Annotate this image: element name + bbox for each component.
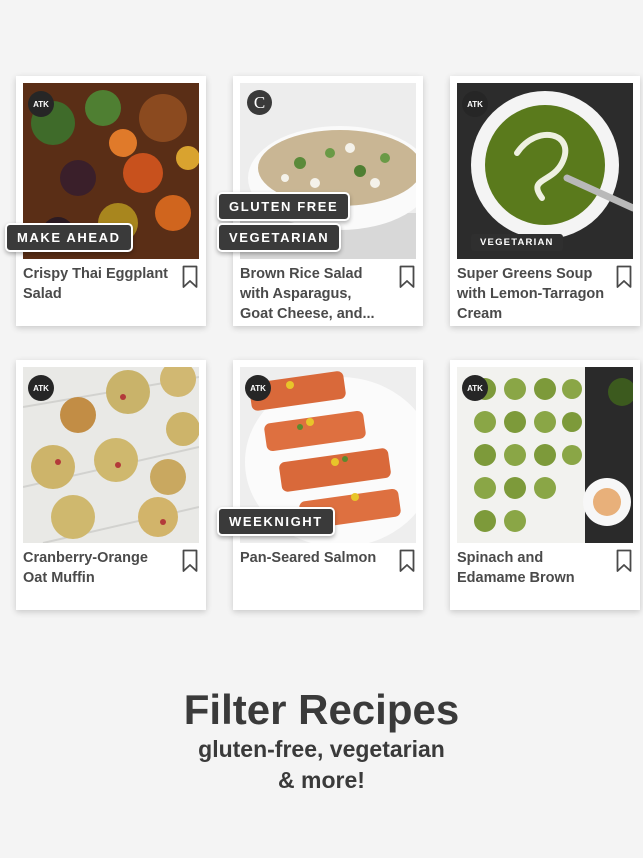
bookmark-icon[interactable] [182, 265, 198, 289]
recipe-card-pan-seared-salmon[interactable]: ATK Pan-Seared Salmon [233, 360, 423, 610]
atk-badge: ATK [245, 375, 271, 401]
vegetarian-photo-tag: VEGETARIAN [471, 234, 563, 251]
recipe-card-thai-eggplant[interactable]: ATK Crispy Thai Eggplant Salad [16, 76, 206, 326]
recipe-title[interactable]: Spinach and Edamame Brown [457, 548, 605, 588]
recipe-title[interactable]: Crispy Thai Eggplant Salad [23, 264, 171, 304]
recipe-card-cranberry-muffin[interactable]: ATK Cranberry-Orange Oat Muffin [16, 360, 206, 610]
promo-subline: gluten-free, vegetarian [198, 736, 445, 762]
bookmark-icon[interactable] [616, 265, 632, 289]
tag-make-ahead[interactable]: MAKE AHEAD [5, 223, 133, 252]
promo-headline: Filter Recipes [183, 686, 460, 733]
recipe-photo: ATK VEGETARIAN [457, 83, 633, 259]
cooks-country-badge: C [247, 90, 272, 115]
tag-gluten-free[interactable]: GLUTEN FREE [217, 192, 351, 221]
atk-badge: ATK [28, 91, 54, 117]
recipe-card-spinach-edamame[interactable]: ATK Spinach and Edamame Brown [450, 360, 640, 610]
recipe-photo: ATK [457, 367, 633, 543]
atk-badge: ATK [28, 375, 54, 401]
recipe-title[interactable]: Pan-Seared Salmon [240, 548, 388, 568]
bookmark-icon[interactable] [399, 549, 415, 573]
tag-vegetarian[interactable]: VEGETARIAN [217, 223, 342, 252]
bookmark-icon[interactable] [616, 549, 632, 573]
recipe-title[interactable]: Brown Rice Salad with Asparagus, Goat Ch… [240, 264, 388, 324]
promo-subline: & more! [278, 767, 365, 793]
recipe-title[interactable]: Cranberry-Orange Oat Muffin [23, 548, 171, 588]
bookmark-icon[interactable] [399, 265, 415, 289]
tag-weeknight[interactable]: WEEKNIGHT [217, 507, 335, 536]
atk-badge: ATK [462, 91, 488, 117]
bookmark-icon[interactable] [182, 549, 198, 573]
recipe-card-super-greens-soup[interactable]: ATK VEGETARIAN Super Greens Soup with Le… [450, 76, 640, 326]
atk-badge: ATK [462, 375, 488, 401]
recipe-photo: ATK [23, 367, 199, 543]
recipe-title[interactable]: Super Greens Soup with Lemon-Tarragon Cr… [457, 264, 605, 324]
